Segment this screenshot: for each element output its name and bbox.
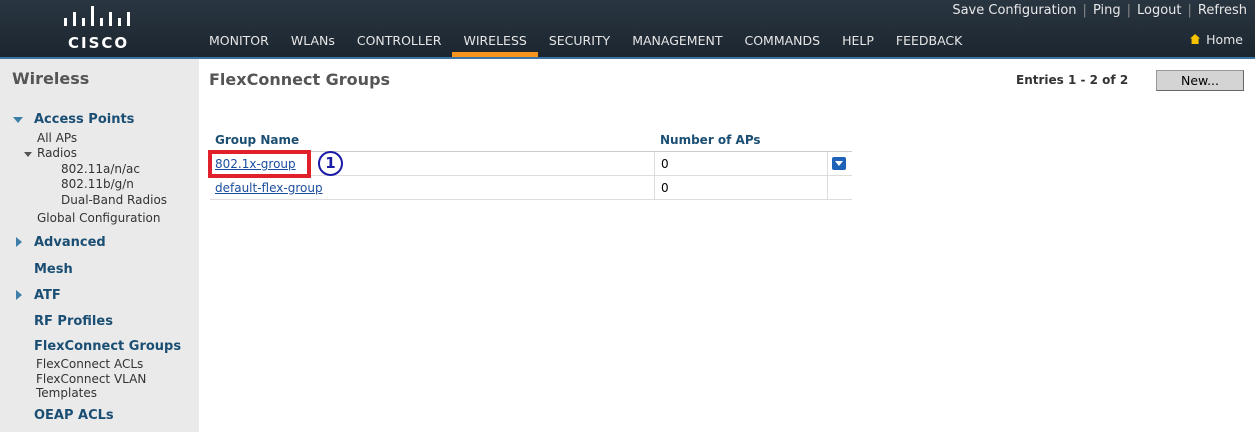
sidebar-item-dual-band[interactable]: Dual-Band Radios bbox=[61, 193, 167, 207]
home-icon bbox=[1190, 34, 1201, 44]
sidebar-item-atf[interactable]: ATF bbox=[34, 288, 61, 303]
menu-wlans[interactable]: WLANs bbox=[280, 32, 346, 57]
table-row: default-flex-group 0 bbox=[210, 176, 852, 200]
sidebar-item-flexconnect-vlan[interactable]: FlexConnect VLAN bbox=[36, 372, 146, 386]
expand-down-small-icon[interactable] bbox=[24, 152, 32, 157]
main-menu: MONITOR WLANs CONTROLLER WIRELESS SECURI… bbox=[198, 32, 973, 57]
ap-count: 0 bbox=[661, 181, 669, 195]
sidebar-item-advanced[interactable]: Advanced bbox=[34, 235, 106, 250]
expand-down-icon[interactable] bbox=[13, 117, 23, 123]
menu-monitor[interactable]: MONITOR bbox=[198, 32, 280, 57]
logo-text: CISCO bbox=[68, 34, 130, 52]
sidebar-item-radio-b[interactable]: 802.11b/g/n bbox=[61, 177, 134, 191]
refresh-link[interactable]: Refresh bbox=[1198, 3, 1247, 18]
sidebar: Wireless Access Points All APs Radios 80… bbox=[0, 59, 199, 432]
home-label: Home bbox=[1206, 32, 1243, 47]
entries-count: Entries 1 - 2 of 2 bbox=[1016, 73, 1129, 87]
sidebar-item-mesh[interactable]: Mesh bbox=[34, 262, 73, 277]
sidebar-item-radios[interactable]: Radios bbox=[37, 146, 77, 160]
sidebar-item-oeap-acls[interactable]: OEAP ACLs bbox=[34, 408, 114, 423]
sidebar-item-rf-profiles[interactable]: RF Profiles bbox=[34, 314, 113, 329]
top-header: CISCO Save Configuration | Ping | Logout | Ref… bbox=[0, 0, 1255, 57]
expand-right-icon[interactable] bbox=[16, 290, 22, 300]
sidebar-item-flexconnect-groups[interactable]: FlexConnect Groups bbox=[34, 339, 181, 354]
row-dropdown-icon[interactable] bbox=[832, 157, 846, 170]
menu-security[interactable]: SECURITY bbox=[538, 32, 621, 57]
column-header-number-of-aps: Number of APs bbox=[660, 133, 761, 147]
save-configuration-link[interactable]: Save Configuration bbox=[952, 3, 1076, 18]
sidebar-item-global-config[interactable]: Global Configuration bbox=[37, 211, 160, 225]
menu-help[interactable]: HELP bbox=[831, 32, 885, 57]
step-callout: 1 bbox=[318, 151, 343, 176]
menu-wireless[interactable]: WIRELESS bbox=[452, 32, 539, 57]
expand-right-icon[interactable] bbox=[16, 237, 22, 247]
home-link[interactable]: Home bbox=[1190, 32, 1243, 47]
page-title: FlexConnect Groups bbox=[209, 70, 391, 89]
menu-management[interactable]: MANAGEMENT bbox=[621, 32, 733, 57]
ap-count: 0 bbox=[661, 157, 669, 171]
group-link[interactable]: default-flex-group bbox=[215, 181, 323, 195]
sidebar-item-all-aps[interactable]: All APs bbox=[37, 131, 77, 145]
highlight-box bbox=[208, 150, 311, 178]
cisco-logo: CISCO bbox=[58, 6, 140, 52]
cisco-bars-icon bbox=[64, 6, 130, 26]
menu-feedback[interactable]: FEEDBACK bbox=[885, 32, 973, 57]
ping-link[interactable]: Ping bbox=[1093, 3, 1121, 18]
menu-commands[interactable]: COMMANDS bbox=[733, 32, 831, 57]
new-button[interactable]: New... bbox=[1156, 70, 1244, 91]
menu-controller[interactable]: CONTROLLER bbox=[346, 32, 453, 57]
column-header-group-name: Group Name bbox=[215, 133, 300, 147]
sidebar-item-access-points[interactable]: Access Points bbox=[34, 112, 134, 127]
sidebar-title: Wireless bbox=[12, 69, 90, 88]
sidebar-item-flexconnect-vlan-templates[interactable]: Templates bbox=[36, 386, 97, 400]
sidebar-item-flexconnect-acls[interactable]: FlexConnect ACLs bbox=[36, 357, 143, 371]
utility-links: Save Configuration | Ping | Logout | Refresh bbox=[952, 3, 1247, 18]
logout-link[interactable]: Logout bbox=[1137, 3, 1182, 18]
sidebar-item-radio-a[interactable]: 802.11a/n/ac bbox=[61, 162, 140, 176]
